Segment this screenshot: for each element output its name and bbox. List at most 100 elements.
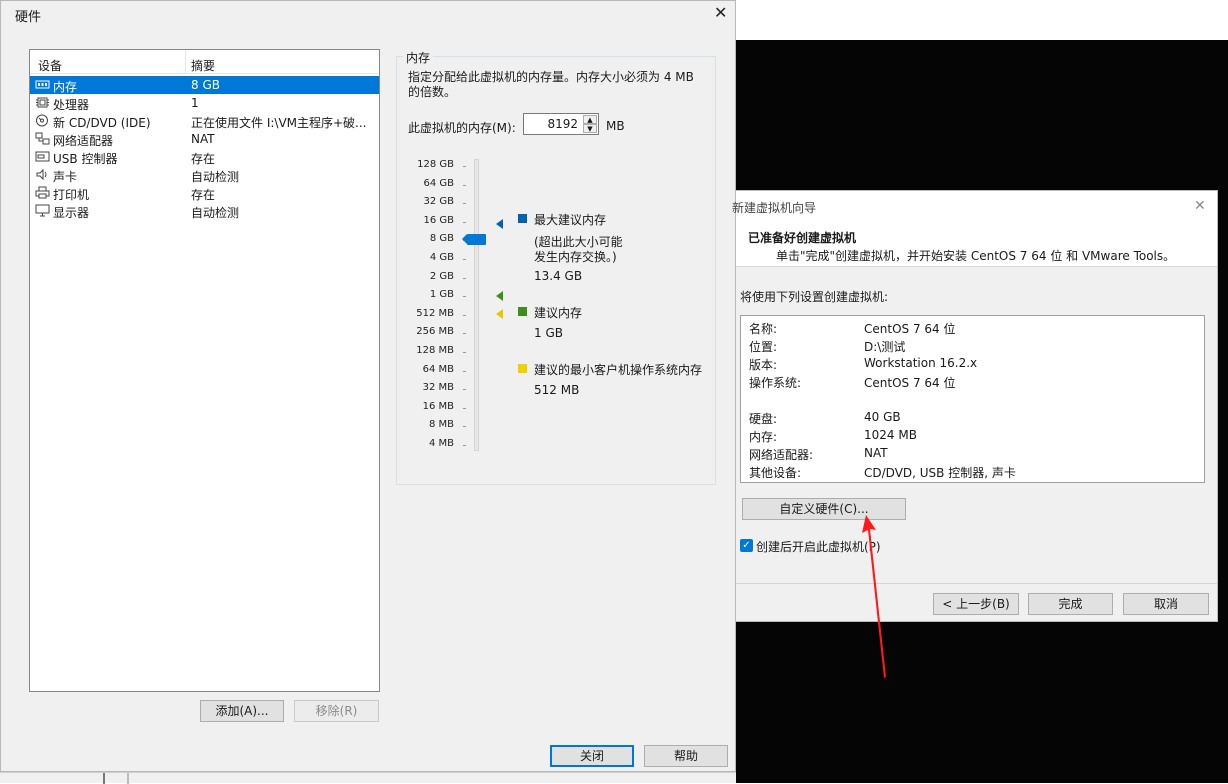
setting-key: 硬盘: (749, 412, 778, 426)
min-recommended-title: 建议的最小客户机操作系统内存 (534, 363, 703, 377)
max-recommended-title: 最大建议内存 (534, 213, 607, 227)
close-icon[interactable]: ✕ (714, 5, 727, 21)
wizard-intro: 将使用下列设置创建虚拟机: (740, 290, 889, 304)
device-row-network[interactable]: 网络适配器 NAT (30, 130, 379, 148)
memory-scale-tick (463, 333, 466, 335)
memory-scale-label: 2 GB (429, 270, 454, 282)
setting-key: 内存: (749, 430, 778, 444)
setting-key: 位置: (749, 340, 778, 354)
device-name: 新 CD/DVD (IDE) (53, 116, 151, 130)
printer-icon (35, 186, 50, 199)
max-recommended-note-2: 发生内存交换。) (534, 250, 617, 264)
memory-scale-tick (463, 277, 466, 279)
memory-scale-label: 4 GB (429, 252, 454, 263)
device-summary: 8 GB (191, 78, 220, 92)
device-name: 网络适配器 (53, 134, 114, 148)
memory-scale-label: 32 MB (422, 382, 454, 394)
setting-value: 40 GB (864, 410, 901, 424)
max-recommended-legend-icon (518, 214, 527, 223)
device-summary: 存在 (191, 152, 216, 166)
memory-scale-label: 16 GB (423, 214, 454, 226)
device-summary: 正在使用文件 I:\VM主程序+破... (191, 116, 367, 130)
memory-slider-thumb[interactable] (462, 234, 486, 245)
memory-scale-label: 32 GB (423, 196, 454, 208)
increment-icon[interactable]: ▲ (583, 115, 597, 124)
memory-scale-tick (463, 203, 466, 205)
back-button[interactable]: < 上一步(B) (933, 593, 1019, 615)
memory-scale-label: 1 GB (429, 289, 454, 301)
wizard-close-icon[interactable]: ✕ (1194, 199, 1206, 213)
setting-value: 1024 MB (864, 428, 917, 442)
customize-hardware-button[interactable]: 自定义硬件(C)... (742, 498, 906, 520)
setting-value: CD/DVD, USB 控制器, 声卡 (864, 466, 1016, 480)
memory-scale-label: 256 MB (416, 326, 454, 338)
recommended-value: 1 GB (534, 326, 563, 340)
settings-summary: 名称: CentOS 7 64 位 位置: D:\测试 版本: Workstat… (740, 315, 1205, 483)
network-adapter-icon (35, 132, 50, 145)
device-row-sound[interactable]: 声卡 自动检测 (30, 166, 379, 184)
memory-scale-label: 128 GB (417, 159, 454, 170)
memory-scale-label: 64 GB (423, 177, 454, 189)
new-vm-wizard: 新建虚拟机向导 ✕ 已准备好创建虚拟机 单击"完成"创建虚拟机，并开始安装 Ce… (732, 190, 1218, 622)
setting-key: 其他设备: (749, 466, 802, 480)
setting-value: D:\测试 (864, 340, 906, 354)
memory-scale-label: 8 MB (428, 419, 454, 431)
max-recommended-marker-icon (496, 219, 503, 229)
memory-scale-tick (463, 445, 466, 446)
display-icon (35, 204, 50, 217)
close-button[interactable]: 关闭 (550, 745, 634, 767)
sound-card-icon (35, 168, 50, 181)
recommended-legend-icon (518, 307, 527, 316)
setting-value: NAT (864, 446, 888, 460)
memory-field-label: 此虚拟机的内存(M): (408, 121, 516, 135)
cd-dvd-icon (35, 114, 50, 127)
device-row-printer[interactable]: 打印机 存在 (30, 184, 379, 202)
memory-scale-label: 8 GB (429, 233, 454, 245)
memory-scale-tick (463, 221, 466, 223)
wizard-divider (736, 583, 1217, 584)
background-bottom-strip (0, 772, 736, 784)
memory-value[interactable]: 8192 (547, 117, 578, 131)
memory-stepper[interactable]: 8192 ▲ ▼ (523, 113, 599, 135)
setting-value: Workstation 16.2.x (864, 356, 978, 370)
memory-scale-tick (463, 184, 466, 186)
device-name: 处理器 (53, 98, 90, 112)
memory-scale-label: 4 MB (428, 438, 454, 449)
column-summary[interactable]: 摘要 (191, 57, 215, 74)
memory-scale-tick (463, 259, 466, 260)
device-summary: 自动检测 (191, 170, 240, 184)
power-on-label[interactable]: 创建后开启此虚拟机(P) (756, 538, 881, 555)
device-summary: NAT (191, 132, 215, 146)
power-on-checkbox[interactable]: ✓ (740, 539, 753, 552)
wizard-heading: 已准备好创建虚拟机 (748, 231, 857, 245)
memory-scale-tick (463, 352, 466, 353)
setting-key: 名称: (749, 322, 778, 336)
min-recommended-legend-icon (518, 364, 527, 373)
decrement-icon[interactable]: ▼ (583, 124, 597, 133)
memory-slider-track[interactable] (474, 159, 479, 451)
memory-scale-label: 128 MB (416, 345, 454, 356)
device-summary: 1 (191, 96, 199, 110)
device-row-display[interactable]: 显示器 自动检测 (30, 202, 379, 220)
device-row-usb[interactable]: USB 控制器 存在 (30, 148, 379, 166)
remove-hardware-button[interactable]: 移除(R) (294, 700, 379, 722)
finish-button[interactable]: 完成 (1028, 593, 1113, 615)
wizard-subheading: 单击"完成"创建虚拟机，并开始安装 CentOS 7 64 位 和 VMware… (776, 249, 1176, 263)
device-name: USB 控制器 (53, 152, 118, 166)
memory-scale-tick (463, 370, 466, 372)
memory-scale-tick (463, 407, 466, 409)
processor-icon (35, 96, 50, 109)
background-top (736, 0, 1228, 40)
recommended-marker-icon (496, 291, 503, 301)
device-row-cd-dvd[interactable]: 新 CD/DVD (IDE) 正在使用文件 I:\VM主程序+破... (30, 112, 379, 130)
help-button[interactable]: 帮助 (644, 745, 728, 767)
add-hardware-button[interactable]: 添加(A)... (200, 700, 284, 722)
column-device[interactable]: 设备 (38, 57, 62, 74)
setting-key: 网络适配器: (749, 448, 814, 462)
device-row-memory[interactable]: 内存 8 GB (30, 76, 379, 94)
device-summary: 存在 (191, 188, 216, 202)
device-row-processor[interactable]: 处理器 1 (30, 94, 379, 112)
device-list: 设备 摘要 内存 8 GB 处理器 1 新 CD/DVD (IDE) 正在使用文… (29, 49, 380, 692)
memory-icon (35, 78, 50, 91)
cancel-button[interactable]: 取消 (1123, 593, 1209, 615)
